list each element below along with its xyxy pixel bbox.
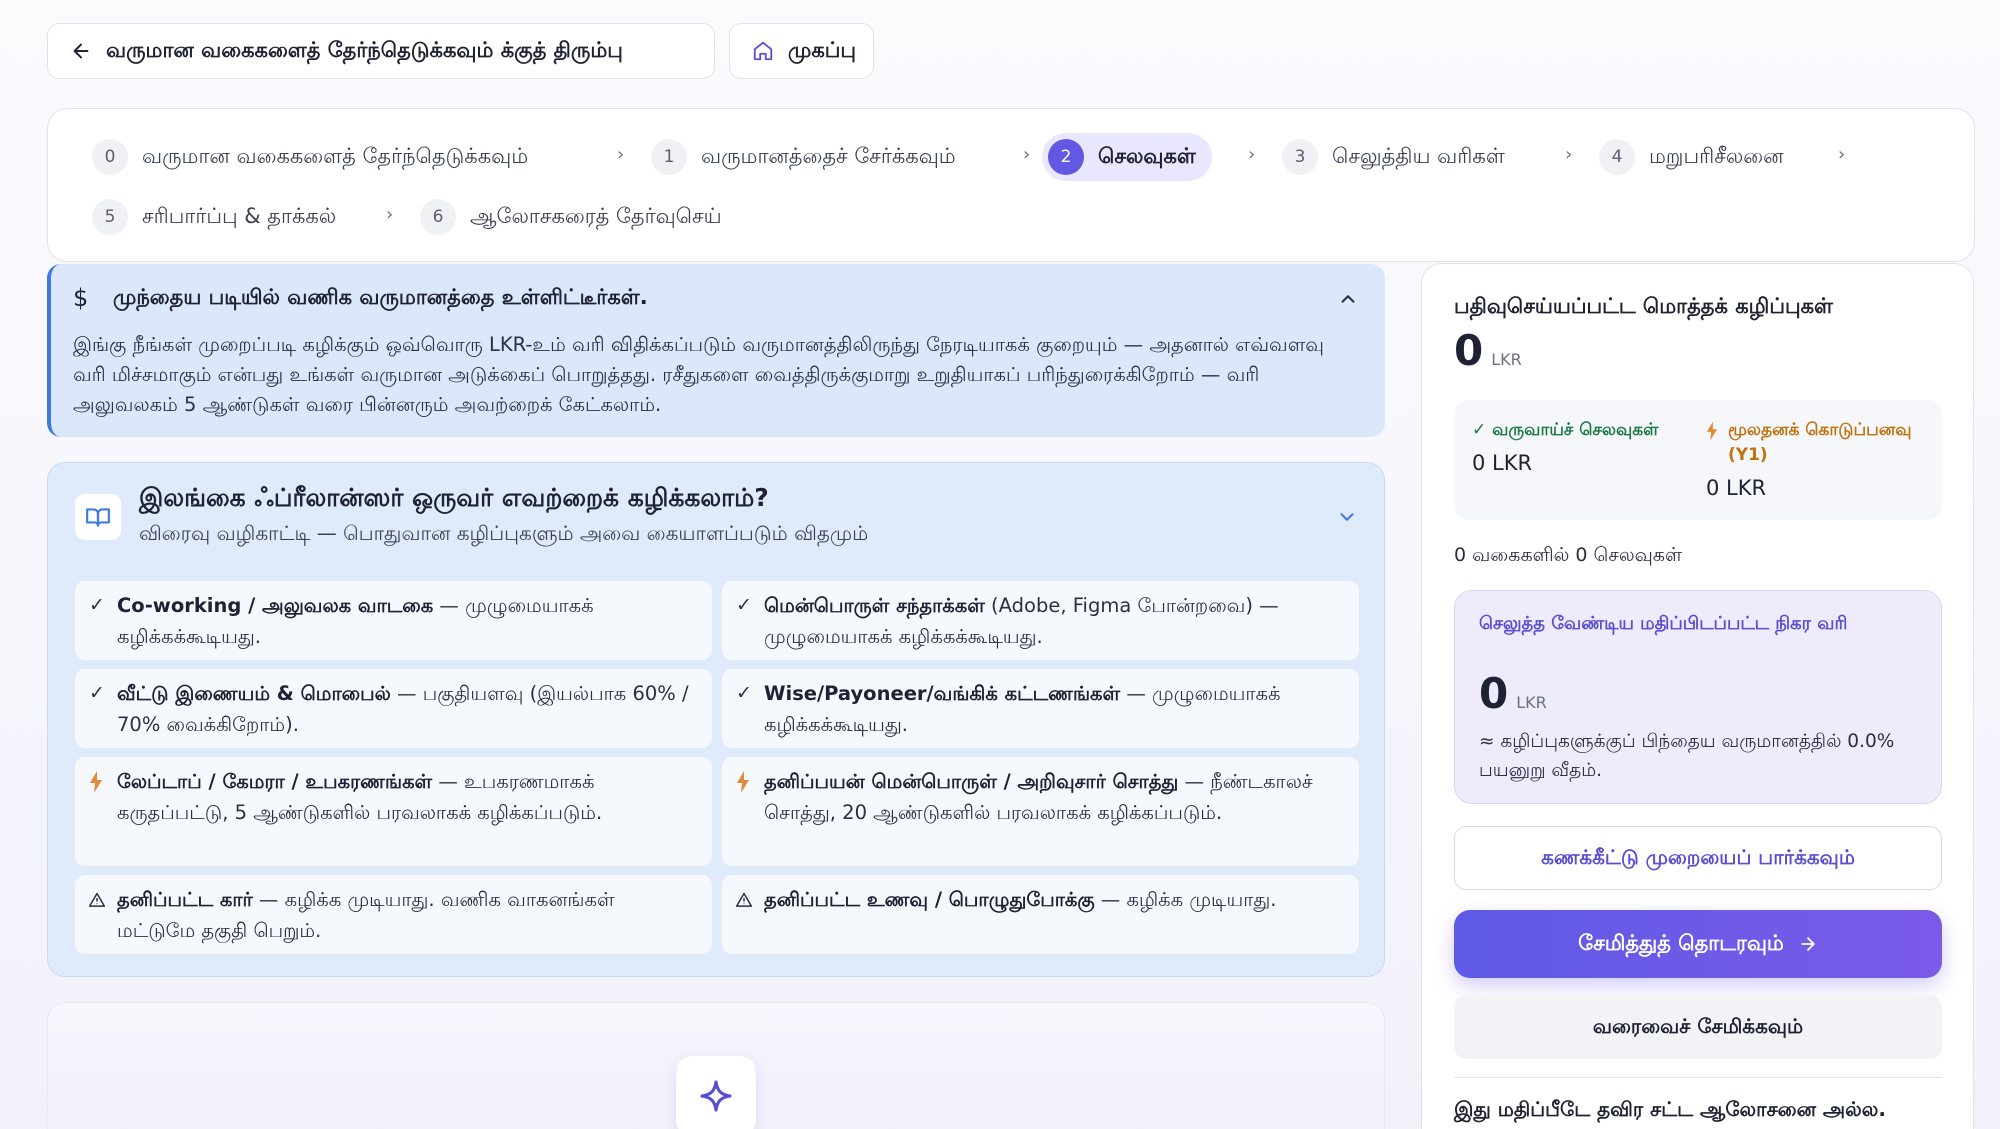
step-label: செலுத்திய வரிகள் bbox=[1332, 143, 1505, 168]
chevron-up-icon[interactable] bbox=[1337, 288, 1359, 310]
bolt-icon bbox=[736, 766, 752, 866]
guide-item: ✓ மென்பொருள் சந்தாக்கள் (Adobe, Figma போ… bbox=[722, 581, 1359, 660]
step-number: 5 bbox=[92, 199, 128, 235]
book-icon bbox=[75, 494, 121, 540]
sparkle-icon bbox=[676, 1056, 756, 1129]
step-label: வருமான வகைகளைத் தேர்ந்தெடுக்கவும் bbox=[142, 143, 529, 168]
step-number: 4 bbox=[1599, 139, 1635, 175]
step-review[interactable]: 4 மறுபரிசீலனை bbox=[1599, 133, 1784, 181]
step-select-income-types[interactable]: 0 வருமான வகைகளைத் தேர்ந்தெடுக்கவும் bbox=[92, 133, 528, 181]
guide-subtitle: விரைவு வழிகாட்டி — பொதுவான கழிப்புகளும் … bbox=[139, 521, 869, 545]
chevron-right-icon: › bbox=[1248, 144, 1256, 165]
step-expenses[interactable]: 2 செலவுகள் bbox=[1042, 133, 1212, 181]
deductions-summary-panel: பதிவுசெய்யப்பட்ட மொத்தக் கழிப்புகள் 0 LK… bbox=[1421, 263, 1974, 1129]
guide-item: லேப்டாப் / கேமரா / உபகரணங்கள் — உபகரணமாக… bbox=[75, 757, 712, 866]
effective-rate-note: ≈ கழிப்புகளுக்குப் பிந்தைய வருமானத்தில் … bbox=[1479, 731, 1895, 781]
total-deductions-label: பதிவுசெய்யப்பட்ட மொத்தக் கழிப்புகள் bbox=[1454, 294, 1833, 318]
bolt-icon bbox=[1706, 421, 1718, 441]
divider bbox=[1454, 1077, 1942, 1078]
step-number: 3 bbox=[1282, 139, 1318, 175]
business-income-notice: $ முந்தைய படியில் வணிக வருமானத்தை உள்ளிட… bbox=[47, 264, 1385, 437]
step-add-income[interactable]: 1 வருமானத்தைச் சேர்க்கவும் bbox=[651, 133, 956, 181]
progress-stepper: 0 வருமான வகைகளைத் தேர்ந்தெடுக்கவும் › 1 … bbox=[47, 108, 1975, 262]
step-label: வருமானத்தைச் சேர்க்கவும் bbox=[701, 143, 956, 168]
step-verify-file[interactable]: 5 சரிபார்ப்பு & தாக்கல் bbox=[92, 193, 336, 241]
back-button-label: வருமான வகைகளைத் தேர்ந்தெடுக்கவும் க்குத்… bbox=[106, 37, 623, 62]
estimated-tax-value: 0 LKR bbox=[1479, 669, 1547, 718]
view-calculation-button[interactable]: கணக்கீட்டு முறையைப் பார்க்கவும் bbox=[1454, 826, 1942, 890]
home-icon bbox=[753, 41, 773, 61]
check-icon: ✓ bbox=[736, 682, 752, 704]
save-continue-button[interactable]: சேமித்துத் தொடரவும் bbox=[1454, 910, 1942, 978]
deduction-guide: இலங்கை ஃப்ரீலான்ஸர் ஒருவர் எவற்றைக் கழிக… bbox=[47, 462, 1385, 977]
expenses-empty-card bbox=[47, 1002, 1385, 1129]
step-number: 0 bbox=[92, 139, 128, 175]
save-draft-button[interactable]: வரைவைச் சேமிக்கவும் bbox=[1454, 995, 1942, 1059]
warning-icon bbox=[88, 884, 106, 954]
capital-allowance-label: மூலதனக் கொடுப்பனவு (Y1) bbox=[1728, 420, 1912, 465]
chevron-right-icon: › bbox=[617, 144, 625, 165]
arrow-left-icon bbox=[73, 43, 89, 59]
warning-icon bbox=[735, 884, 753, 954]
home-button-label: முகப்பு bbox=[788, 37, 857, 62]
check-icon: ✓ bbox=[89, 682, 105, 704]
guide-item: ✓ Co-working / அலுவலக வாடகை — முழுமையாகக… bbox=[75, 581, 712, 660]
guide-item: தனிப்பயன் மென்பொருள் / அறிவுசார் சொத்து … bbox=[722, 757, 1359, 866]
check-icon: ✓ bbox=[89, 594, 105, 616]
guide-title: இலங்கை ஃப்ரீலான்ஸர் ஒருவர் எவற்றைக் கழிக… bbox=[139, 483, 769, 512]
notice-body: இங்கு நீங்கள் முறைப்படி கழிக்கும் ஒவ்வொர… bbox=[73, 333, 1324, 416]
capital-allowance-value: 0 LKR bbox=[1706, 476, 1767, 500]
step-choose-advisor[interactable]: 6 ஆலோசகரைத் தேர்வுசெய் bbox=[420, 193, 722, 241]
chevron-right-icon: › bbox=[386, 204, 394, 225]
deductions-breakdown: ✓ வருவாய்ச் செலவுகள் 0 LKR மூலதனக் கொடுப… bbox=[1454, 400, 1942, 520]
home-button[interactable]: முகப்பு bbox=[729, 23, 874, 79]
arrow-right-icon bbox=[1801, 937, 1815, 951]
step-label: சரிபார்ப்பு & தாக்கல் bbox=[142, 203, 337, 228]
step-label: செலவுகள் bbox=[1098, 143, 1196, 168]
guide-item: ✓ Wise/Payoneer/வங்கிக் கட்டணங்கள் — முழ… bbox=[722, 669, 1359, 748]
chevron-right-icon: › bbox=[1838, 144, 1846, 165]
notice-title: முந்தைய படியில் வணிக வருமானத்தை உள்ளிட்ட… bbox=[113, 284, 648, 309]
chevron-right-icon: › bbox=[1023, 144, 1031, 165]
chevron-down-icon[interactable] bbox=[1336, 506, 1358, 528]
step-label: ஆலோசகரைத் தேர்வுசெய் bbox=[470, 203, 722, 228]
revenue-expenses-value: 0 LKR bbox=[1472, 451, 1533, 475]
back-button[interactable]: வருமான வகைகளைத் தேர்ந்தெடுக்கவும் க்குத்… bbox=[47, 23, 715, 79]
step-number: 6 bbox=[420, 199, 456, 235]
step-label: மறுபரிசீலனை bbox=[1649, 143, 1784, 168]
guide-item: தனிப்பட்ட உணவு / பொழுதுபோக்கு — கழிக்க ம… bbox=[722, 875, 1359, 954]
step-taxes-paid[interactable]: 3 செலுத்திய வரிகள் bbox=[1282, 133, 1505, 181]
estimated-tax-box: செலுத்த வேண்டிய மதிப்பிடப்பட்ட நிகர வரி … bbox=[1454, 590, 1942, 804]
estimated-tax-label: செலுத்த வேண்டிய மதிப்பிடப்பட்ட நிகர வரி bbox=[1479, 613, 1848, 634]
total-deductions-value: 0 LKR bbox=[1454, 326, 1522, 375]
guide-item: ✓ வீட்டு இணையம் & மொபைல் — பகுதியளவு (இய… bbox=[75, 669, 712, 748]
bolt-icon bbox=[89, 766, 105, 866]
dollar-icon: $ bbox=[73, 284, 89, 312]
chevron-right-icon: › bbox=[1565, 144, 1573, 165]
disclaimer: இது மதிப்பீடே தவிர சட்ட ஆலோசனை அல்ல. bbox=[1454, 1097, 1886, 1121]
step-number: 2 bbox=[1048, 139, 1084, 175]
expense-count: 0 வகைகளில் 0 செலவுகள் bbox=[1454, 544, 1683, 566]
guide-item: தனிப்பட்ட கார் — கழிக்க முடியாது. வணிக வ… bbox=[75, 875, 712, 954]
revenue-expenses-label: ✓ வருவாய்ச் செலவுகள் bbox=[1472, 420, 1659, 440]
step-number: 1 bbox=[651, 139, 687, 175]
check-icon: ✓ bbox=[736, 594, 752, 616]
